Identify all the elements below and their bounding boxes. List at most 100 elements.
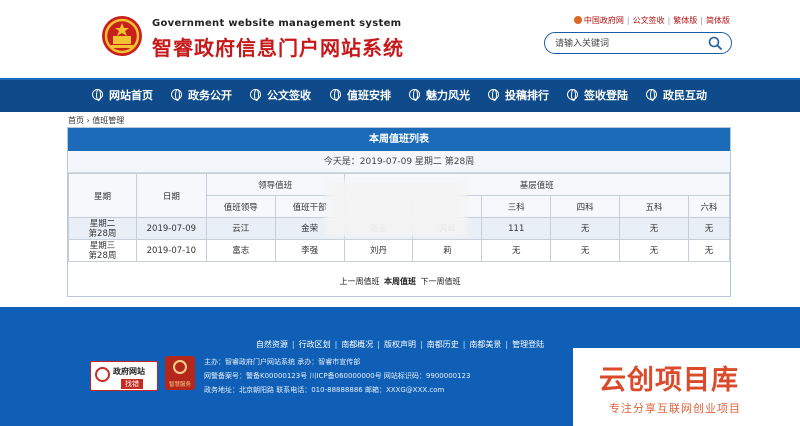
watermark: 云创项目库 专注分享互联网创业项目 xyxy=(573,348,800,426)
divider: | xyxy=(420,340,423,349)
cell-dept6: 无 xyxy=(687,239,731,262)
header-leader: 值班领导 xyxy=(205,195,276,218)
nav-item-duty[interactable]: 值班安排 xyxy=(330,80,391,112)
cell-weekday: 星期三 第28周 xyxy=(68,239,137,262)
nav-label: 投稿排行 xyxy=(505,89,549,102)
header-dept5: 五科 xyxy=(619,195,689,218)
gov-site-error-badge[interactable]: 政府网站 找错 xyxy=(90,361,158,391)
breadcrumb-home[interactable]: 首页 xyxy=(68,116,84,125)
divider: | xyxy=(667,16,671,25)
cell-dept6: 无 xyxy=(687,217,731,240)
badge2-label: 智慧服务 xyxy=(168,382,191,388)
cell-date: 2019-07-09 xyxy=(135,217,207,240)
cell-dept5: 无 xyxy=(619,217,689,240)
globe-icon xyxy=(92,89,103,101)
flag-icon xyxy=(573,16,582,24)
magnifier-icon xyxy=(95,367,110,382)
link-gov[interactable]: 中国政府网 xyxy=(584,16,624,25)
nav-item-ranking[interactable]: 投稿排行 xyxy=(488,80,549,112)
cell-staff: 莉 xyxy=(412,239,483,262)
breadcrumb: 首页 › 值班管理 xyxy=(68,115,124,126)
party-emblem-icon xyxy=(173,360,187,374)
nav-item-scenery[interactable]: 魅力风光 xyxy=(409,80,470,112)
cell-date: 2019-07-10 xyxy=(135,239,207,262)
nav-label: 网站首页 xyxy=(109,89,153,102)
divider: | xyxy=(291,340,295,349)
week-text: 第28周 xyxy=(88,228,117,239)
footer-link[interactable]: 行政区划 xyxy=(299,340,331,349)
footer-link[interactable]: 南都美景 xyxy=(469,340,501,349)
header-date: 日期 xyxy=(135,173,207,218)
nav-label: 政务公开 xyxy=(188,89,232,102)
link-doc-sign[interactable]: 公文签收 xyxy=(633,16,665,25)
search-input[interactable] xyxy=(555,36,705,51)
nav-item-interaction[interactable]: 政民互动 xyxy=(646,80,707,112)
divider: | xyxy=(700,16,703,25)
header-weekday: 星期 xyxy=(68,173,137,218)
nav-label: 值班安排 xyxy=(347,89,391,102)
next-week-link[interactable]: 下一周值班 xyxy=(421,277,461,286)
footer-contact: 政务地址：北京朝阳路 联系电话：010-88888886 邮箱：XXXG@XXX… xyxy=(204,386,445,394)
divider: | xyxy=(626,16,630,25)
nav-item-home[interactable]: 网站首页 xyxy=(92,80,153,112)
link-simplified[interactable]: 简体版 xyxy=(706,16,730,25)
national-emblem-icon xyxy=(102,16,142,56)
nav-label: 魅力风光 xyxy=(426,89,470,102)
footer-icp: 网警备案号：警备K00000123号 川ICP备060000000号 网站标识码… xyxy=(204,372,471,380)
header-dept6: 六科 xyxy=(687,195,731,218)
current-week-link[interactable]: 本周值班 xyxy=(384,277,416,286)
main-nav: 网站首页 政务公开 公文签收 值班安排 魅力风光 投稿排行 签收登陆 政民互动 xyxy=(0,78,800,112)
prev-week-link[interactable]: 上一周值班 xyxy=(339,277,379,286)
header-dept4: 四科 xyxy=(550,195,621,218)
today-prefix: 今天是： xyxy=(323,157,360,167)
nav-item-doc-sign[interactable]: 公文签收 xyxy=(250,80,311,112)
search-icon[interactable] xyxy=(708,36,722,50)
nav-item-gov-affairs[interactable]: 政务公开 xyxy=(171,80,232,112)
footer-link[interactable]: 自然资源 xyxy=(256,340,288,349)
globe-icon xyxy=(171,89,182,101)
top-links: 中国政府网 | 公文签收 | 繁体版 | 简体版 xyxy=(573,15,730,26)
panel-title: 本周值班列表 xyxy=(68,128,730,151)
badge-label-bottom: 找错 xyxy=(121,379,143,389)
globe-icon xyxy=(488,89,499,101)
breadcrumb-current: 值班管理 xyxy=(92,116,125,125)
nav-label: 公文签收 xyxy=(267,89,311,102)
globe-icon xyxy=(250,89,261,101)
weekday-text: 星期二 xyxy=(89,218,116,229)
week-pager: 上一周值班 本周值班 下一周值班 xyxy=(0,276,800,287)
party-service-badge[interactable]: 智慧服务 xyxy=(165,356,195,390)
cell-staff: 刘丹 xyxy=(343,239,414,262)
globe-icon xyxy=(567,89,578,101)
watermark-subtitle: 专注分享互联网创业项目 xyxy=(609,402,741,415)
cell-dept4: 无 xyxy=(550,217,621,240)
today-value: 2019-07-09 星期二 第28周 xyxy=(359,157,475,167)
footer-link[interactable]: 版权声明 xyxy=(384,340,416,349)
footer-link[interactable]: 管理登陆 xyxy=(512,340,544,349)
header: Government website management system 智睿政… xyxy=(0,0,800,78)
cell-dept3: 无 xyxy=(481,239,552,262)
cell-leader: 富志 xyxy=(205,239,276,262)
globe-icon xyxy=(330,89,341,101)
nav-label: 政民互动 xyxy=(663,89,707,102)
site-title-cn: 智睿政府信息门户网站系统 xyxy=(152,36,404,60)
link-traditional[interactable]: 繁体版 xyxy=(673,16,697,25)
nav-label: 签收登陆 xyxy=(584,89,628,102)
footer-link[interactable]: 南都历史 xyxy=(427,340,459,349)
nav-item-login[interactable]: 签收登陆 xyxy=(567,80,628,112)
globe-icon xyxy=(646,89,657,101)
search-box xyxy=(544,32,732,54)
cell-dept5: 无 xyxy=(619,239,689,262)
cell-dept3: 111 xyxy=(481,217,552,240)
divider: | xyxy=(334,340,338,349)
cell-weekday: 星期二 第28周 xyxy=(68,217,137,240)
header-dept3: 三科 xyxy=(481,195,552,218)
footer-link[interactable]: 南都概况 xyxy=(341,340,373,349)
header-leader-group: 领导值班 xyxy=(205,173,345,196)
cell-cadre: 李强 xyxy=(274,239,345,262)
today-line: 今天是：2019-07-09 星期二 第28周 xyxy=(68,151,730,173)
watermark-title: 云创项目库 xyxy=(599,365,739,396)
site-title-en: Government website management system xyxy=(152,18,402,29)
cell-dept4: 无 xyxy=(550,239,621,262)
blur-overlay xyxy=(326,180,466,236)
weekday-text: 星期三 xyxy=(89,240,116,251)
